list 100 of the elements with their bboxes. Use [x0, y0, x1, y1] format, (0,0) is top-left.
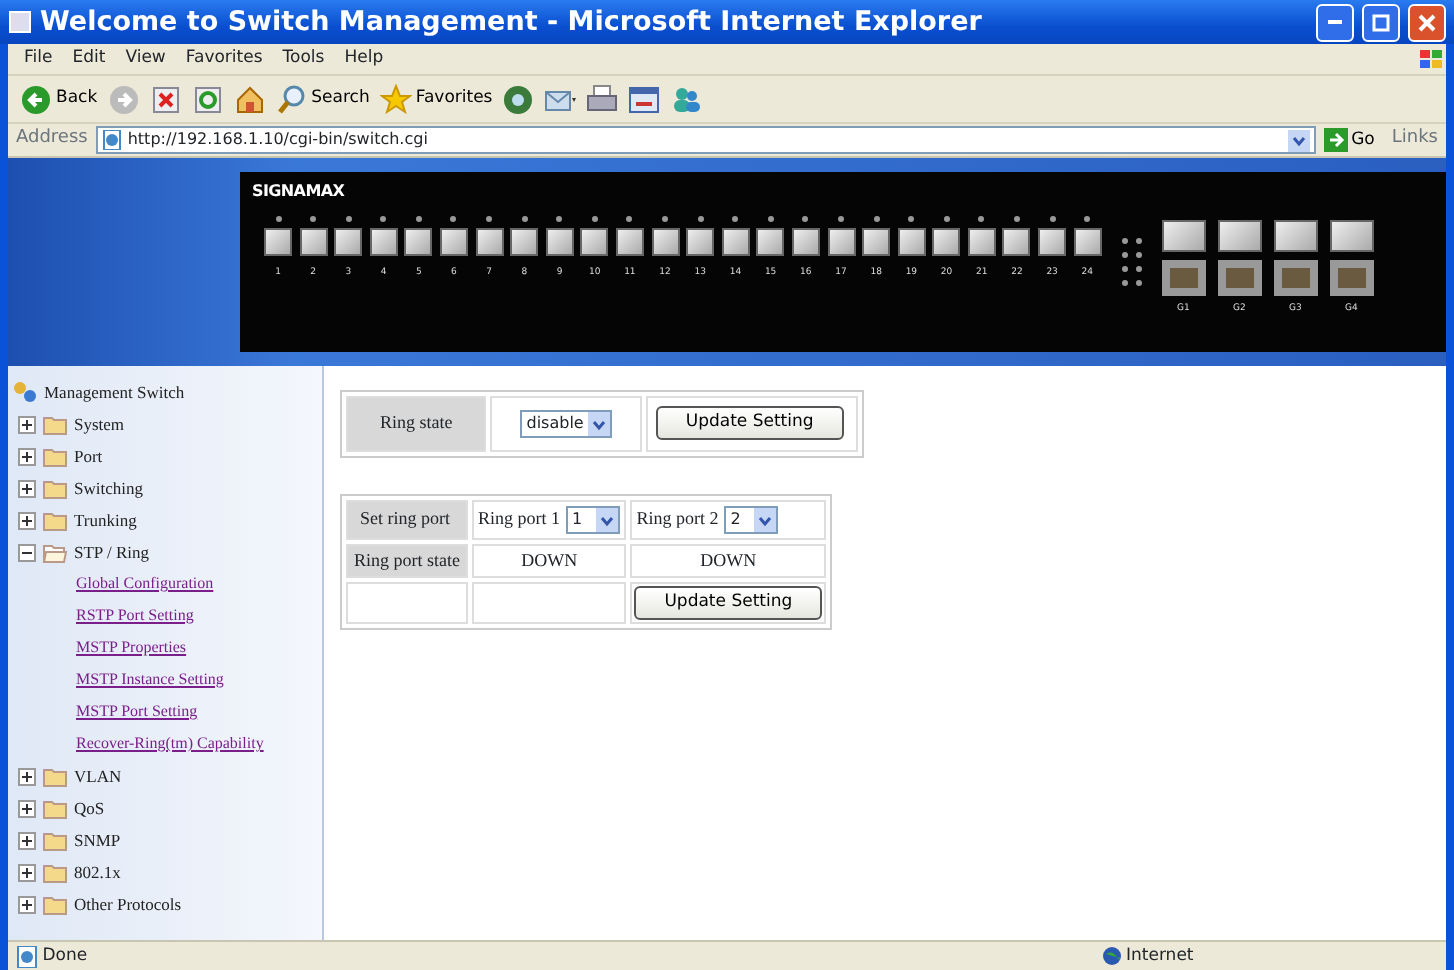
- port-led: [521, 216, 528, 222]
- go-button[interactable]: Go: [1323, 127, 1375, 153]
- refresh-icon: [191, 83, 224, 115]
- port-led: [908, 216, 915, 222]
- port-led: [943, 216, 950, 222]
- port-led: [450, 216, 457, 222]
- port-led: [838, 216, 844, 222]
- port-led: [697, 216, 704, 222]
- port-select[interactable]: 1: [566, 505, 621, 533]
- expand-icon[interactable]: [18, 831, 36, 849]
- tree-link[interactable]: MSTP Properties: [12, 632, 318, 664]
- folder-icon: [42, 765, 68, 787]
- menu-item[interactable]: Tools: [282, 46, 325, 72]
- port-slot: [369, 228, 398, 256]
- port-led: [802, 216, 809, 222]
- tree-item[interactable]: Trunking: [74, 507, 137, 533]
- minimize-button[interactable]: [1316, 3, 1354, 41]
- home-button[interactable]: [233, 83, 266, 115]
- port-led: [415, 216, 422, 222]
- page-icon: [101, 130, 122, 150]
- forward-icon: [107, 83, 140, 115]
- links-button[interactable]: Links: [1391, 126, 1438, 154]
- table-cell: DOWN: [630, 543, 827, 578]
- print-button[interactable]: [586, 83, 619, 115]
- update-setting-button[interactable]: Update Setting: [655, 406, 844, 441]
- menu-item[interactable]: File: [24, 46, 53, 72]
- back-icon: [20, 83, 52, 115]
- port-led: [275, 216, 281, 222]
- back-button[interactable]: Back: [20, 83, 98, 115]
- window-icon: [8, 10, 32, 34]
- expand-icon[interactable]: [18, 895, 36, 913]
- edit-button[interactable]: [628, 83, 661, 115]
- tree-item[interactable]: QoS: [74, 795, 105, 821]
- address-field[interactable]: http://192.168.1.10/cgi-bin/switch.cgi: [95, 126, 1316, 154]
- page-icon: [16, 945, 38, 967]
- table-cell: Set ring port: [346, 499, 468, 539]
- port-led: [380, 216, 387, 222]
- folder-icon: [42, 413, 68, 435]
- update-setting-button[interactable]: Update Setting: [634, 586, 823, 620]
- tree-link[interactable]: RSTP Port Setting: [12, 600, 318, 632]
- port-label: Ring port 1: [478, 505, 561, 532]
- globe-icon: [1101, 946, 1122, 966]
- port-slot: [404, 228, 433, 256]
- expand-icon[interactable]: [18, 863, 36, 881]
- maximize-button[interactable]: [1362, 3, 1400, 41]
- window-title: Welcome to Switch Management - Microsoft Internet Explorer: [40, 3, 984, 42]
- tree-item[interactable]: System: [74, 411, 125, 437]
- search-button[interactable]: Search: [275, 83, 370, 115]
- status-led: [1121, 266, 1128, 272]
- expand-icon[interactable]: [18, 415, 36, 433]
- favorites-button[interactable]: Favorites: [379, 83, 493, 115]
- tree-item[interactable]: STP / Ring: [74, 539, 149, 565]
- menu-item[interactable]: View: [125, 46, 166, 72]
- expand-icon[interactable]: [18, 511, 36, 529]
- port-select[interactable]: 2: [724, 505, 779, 533]
- stop-button[interactable]: [149, 83, 182, 115]
- tree-item[interactable]: SNMP: [74, 827, 121, 853]
- tree-root[interactable]: Management Switch: [44, 379, 185, 405]
- close-button[interactable]: [1408, 3, 1446, 41]
- port-led: [345, 216, 352, 222]
- address-label: Address: [16, 126, 88, 153]
- tree-link[interactable]: Recover-Ring(tm) Capability: [12, 728, 318, 760]
- tree-item[interactable]: Port: [74, 443, 103, 469]
- folder-icon: [42, 861, 68, 883]
- tree-item[interactable]: 802.1x: [74, 859, 121, 885]
- tree-item[interactable]: Switching: [74, 475, 143, 501]
- folder-icon: [42, 445, 68, 467]
- tree-link[interactable]: MSTP Instance Setting: [12, 664, 318, 696]
- port-led: [556, 216, 563, 222]
- port-slot: [1073, 228, 1102, 256]
- media-button[interactable]: [502, 83, 535, 115]
- port-led: [767, 216, 774, 222]
- expand-icon[interactable]: [18, 767, 36, 785]
- refresh-button[interactable]: [191, 83, 224, 115]
- port-slot: [1038, 228, 1067, 256]
- menu-item[interactable]: Edit: [72, 46, 106, 72]
- port-slot: [686, 228, 715, 256]
- port-led: [662, 216, 669, 222]
- port-led: [486, 216, 493, 222]
- people-icon: [670, 83, 703, 115]
- port-slot: [439, 228, 468, 256]
- folder-icon: [42, 509, 68, 531]
- search-icon: [275, 83, 308, 115]
- tree-link[interactable]: MSTP Port Setting: [12, 696, 318, 728]
- ring-state-select[interactable]: disable: [520, 409, 612, 438]
- expand-icon[interactable]: [18, 479, 36, 497]
- tree-item[interactable]: Other Protocols: [74, 891, 182, 917]
- tree-link[interactable]: Global Configuration: [12, 568, 318, 600]
- expand-icon[interactable]: [18, 799, 36, 817]
- tree-item[interactable]: VLAN: [74, 763, 122, 789]
- table-cell: Ring port state: [346, 543, 468, 578]
- edit-icon: [628, 83, 661, 115]
- expand-icon[interactable]: [18, 447, 36, 465]
- messenger-button[interactable]: [670, 83, 703, 115]
- menu-item[interactable]: Favorites: [185, 46, 263, 72]
- collapse-icon[interactable]: [18, 543, 36, 561]
- menu-item[interactable]: Help: [344, 46, 384, 72]
- sfp-slot: [1161, 220, 1206, 252]
- status-led: [1121, 252, 1128, 258]
- device-logo: SIGNAMAX: [252, 180, 347, 204]
